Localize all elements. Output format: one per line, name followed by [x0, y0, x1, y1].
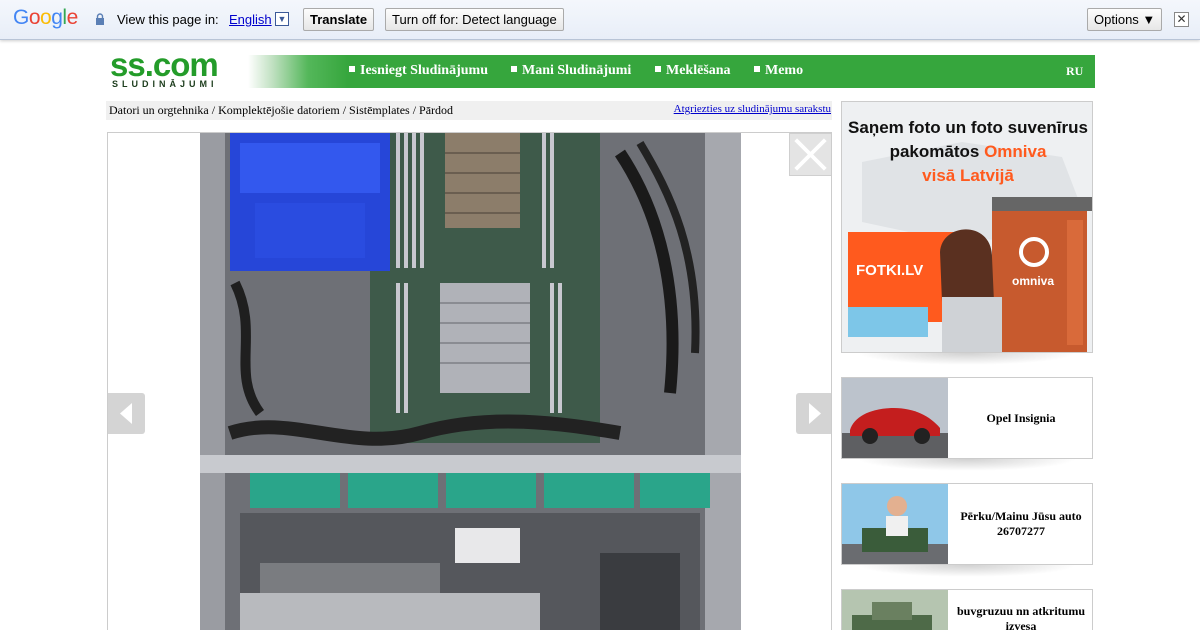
lock-icon — [96, 13, 104, 25]
omniva-logo: omniva — [1012, 274, 1055, 288]
fotki-logo: FOTKI.LV — [856, 262, 924, 279]
banner-shadow — [857, 353, 1077, 365]
side-ad-item[interactable]: buvgruzuu nn atkritumu izvesa — [841, 589, 1093, 630]
banner-headline: Saņem foto un foto suvenīrus pakomātos O… — [848, 118, 1088, 185]
ad-shadow — [857, 565, 1077, 577]
nav-search[interactable]: Meklēšana — [655, 63, 731, 79]
bullet-square-icon — [754, 66, 760, 72]
breadcrumb[interactable]: Datori un orgtehnika / Komplektējošie da… — [109, 103, 453, 118]
view-page-in-label: View this page in: — [117, 12, 219, 27]
translate-bar: Google View this page in: English ▼ Tran… — [0, 0, 1200, 40]
ad-thumbnail-car — [842, 378, 948, 458]
nav-submit-ad[interactable]: Iesniegt Sludinājumu — [349, 63, 488, 79]
bullet-square-icon — [511, 66, 517, 72]
main-nav: Iesniegt Sludinājumu Mani Sludinājumi Me… — [248, 55, 1095, 88]
ad-title: Opel Insignia — [986, 410, 1056, 425]
omniva-banner[interactable]: Saņem foto un foto suvenīrus pakomātos O… — [841, 101, 1093, 353]
motherboard-photo — [200, 133, 741, 630]
language-dropdown-icon[interactable]: ▼ — [275, 12, 289, 26]
options-button[interactable]: Options ▼ — [1087, 8, 1163, 31]
language-link[interactable]: English — [229, 12, 272, 27]
language-switch-ru[interactable]: RU — [1066, 64, 1083, 79]
ad-shadow — [857, 459, 1077, 471]
bullet-square-icon — [655, 66, 661, 72]
ad-title: buvgruzuu nn atkritumu izvesa — [956, 604, 1086, 630]
ad-thumbnail-truck — [842, 590, 948, 630]
close-gallery-icon[interactable] — [789, 133, 832, 176]
back-to-list-link[interactable]: Atgriezties uz sludinājumu sarakstu — [674, 103, 831, 115]
logo-subtitle: SLUDINĀJUMI — [112, 79, 218, 89]
breadcrumb-bar: Datori un orgtehnika / Komplektējošie da… — [106, 101, 832, 120]
previous-photo-icon[interactable] — [108, 393, 145, 434]
bullet-square-icon — [349, 66, 355, 72]
turn-off-button[interactable]: Turn off for: Detect language — [385, 8, 564, 31]
ad-title: Pērku/Mainu Jūsu auto 26707277 — [960, 509, 1082, 538]
nav-my-ads[interactable]: Mani Sludinājumi — [511, 63, 631, 79]
translate-button[interactable]: Translate — [303, 8, 375, 31]
site-logo[interactable]: ss.com SLUDINĀJUMI — [110, 46, 240, 90]
google-logo: Google — [13, 6, 78, 29]
close-icon[interactable]: ✕ — [1174, 12, 1189, 27]
side-ad-item[interactable]: Opel Insignia — [841, 377, 1093, 459]
nav-memo[interactable]: Memo — [754, 63, 803, 79]
side-ad-item[interactable]: Pērku/Mainu Jūsu auto 26707277 — [841, 483, 1093, 565]
ad-thumbnail-person-car — [842, 484, 948, 564]
photo-gallery — [107, 132, 832, 630]
next-photo-icon[interactable] — [796, 393, 832, 434]
